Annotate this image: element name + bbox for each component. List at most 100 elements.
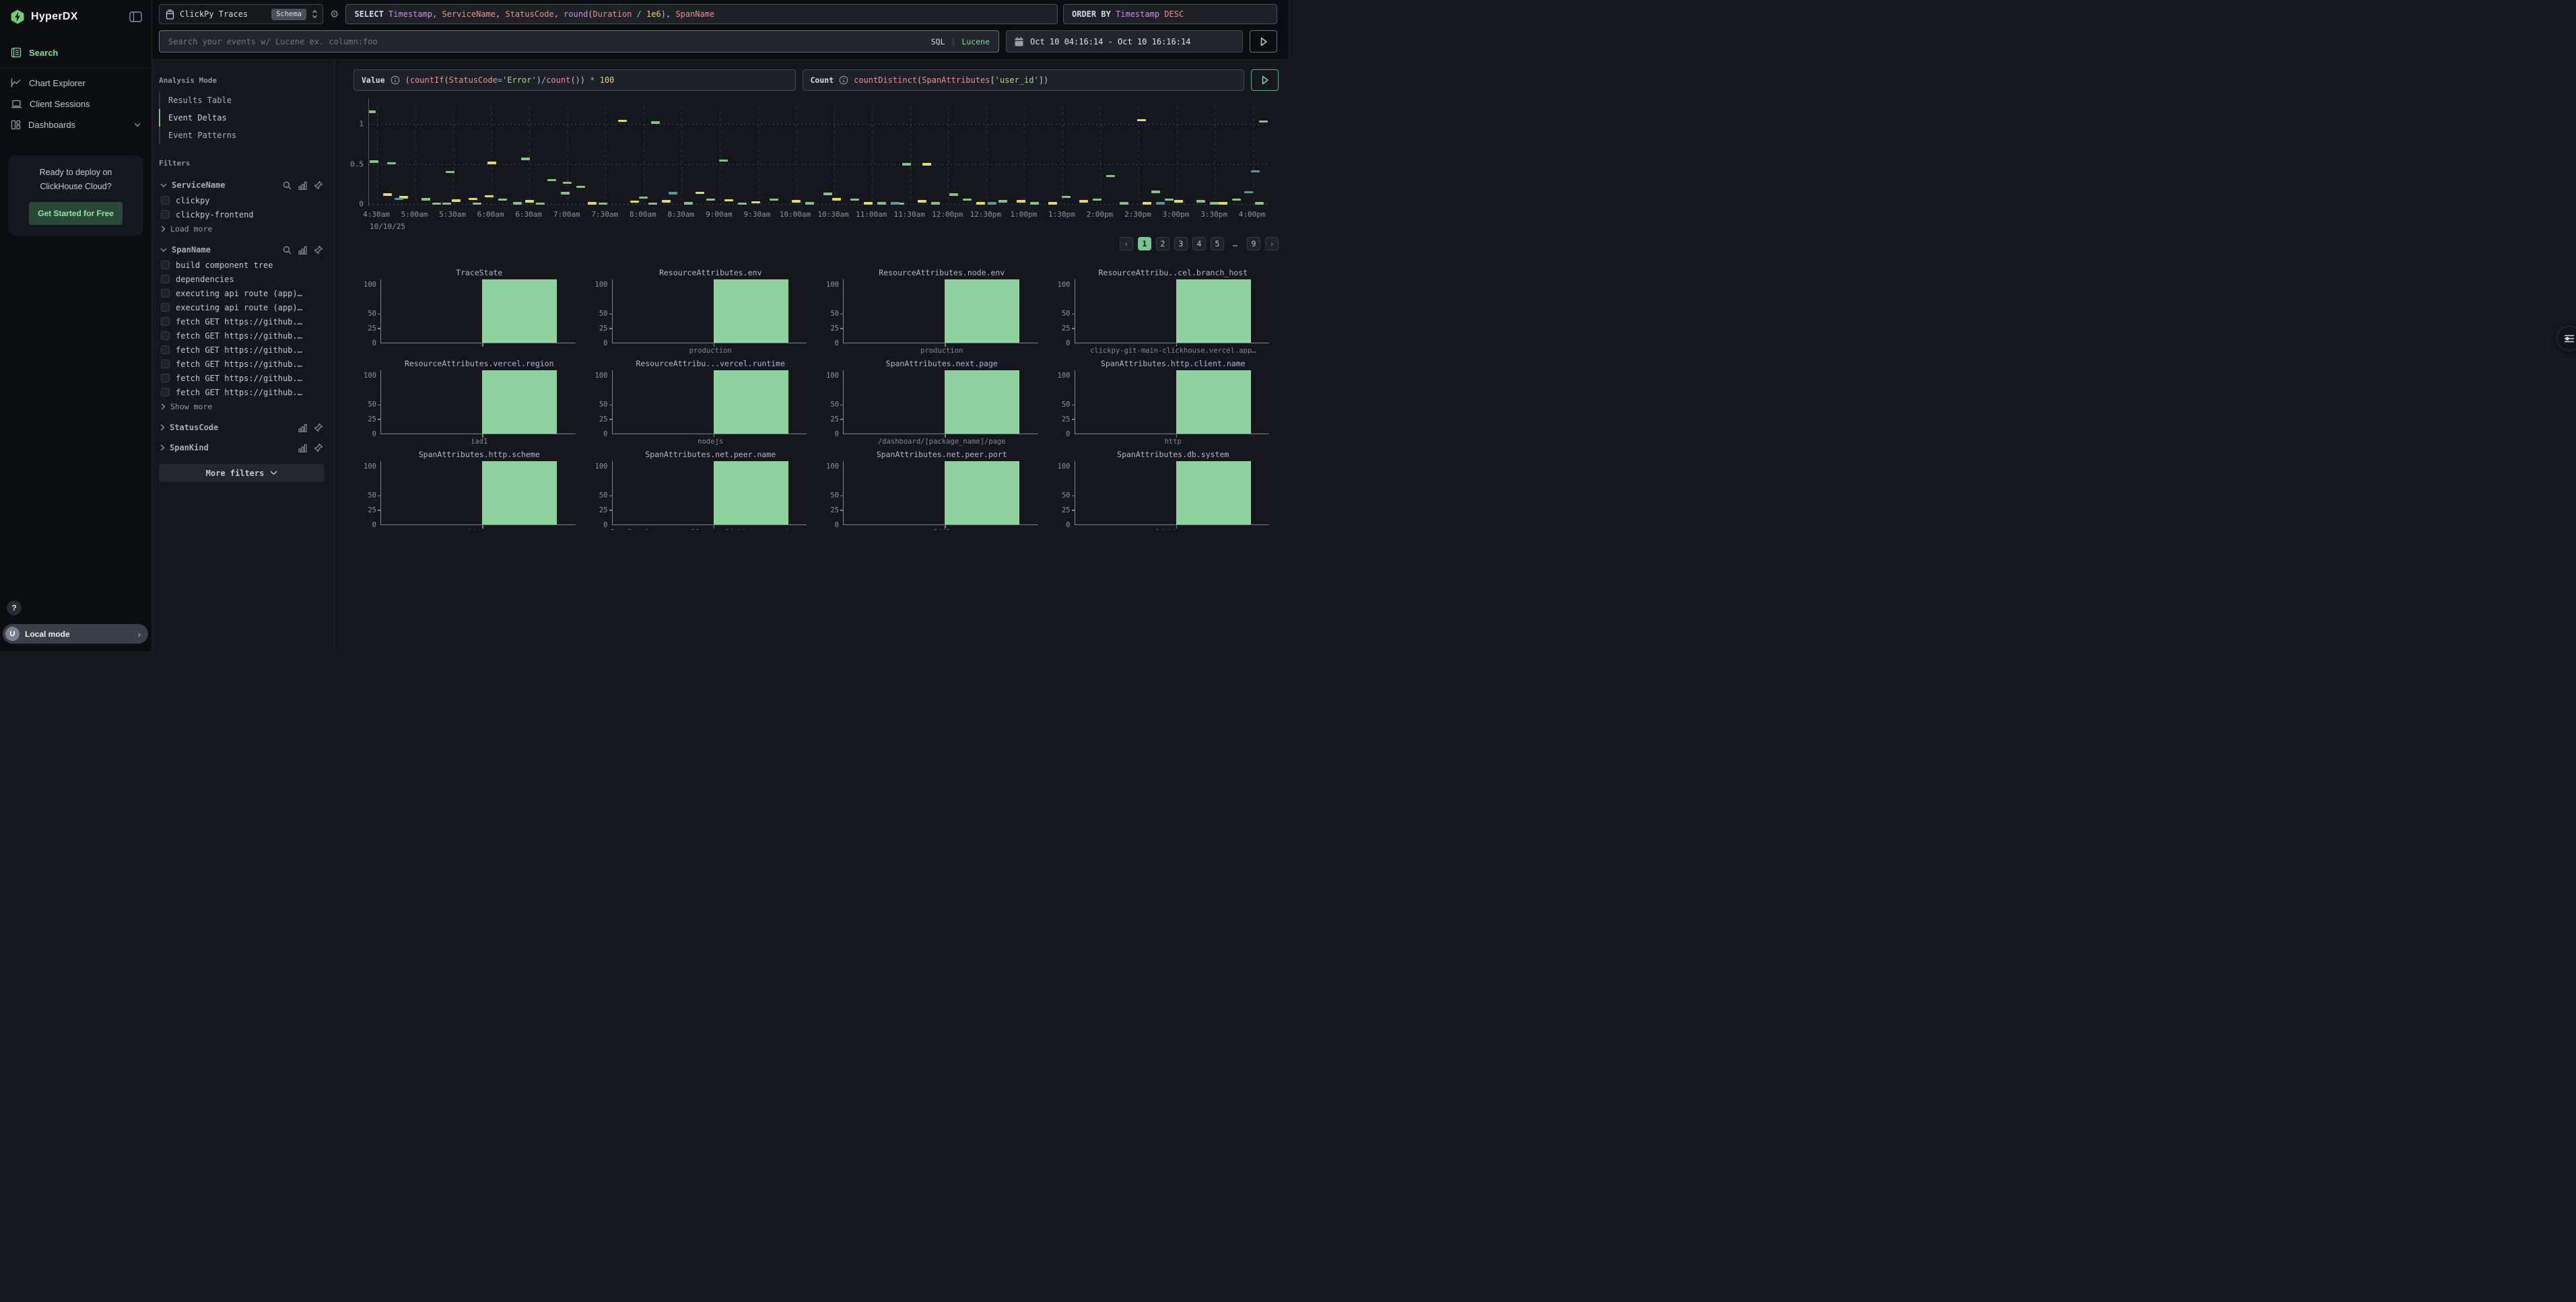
checkbox[interactable] (161, 275, 170, 283)
load-more-button[interactable]: Load more (159, 221, 325, 238)
checkbox[interactable] (161, 317, 170, 326)
attribute-y-label: 50 (830, 310, 839, 318)
value-expression-input[interactable]: Value (countIf(StatusCode='Error')/count… (353, 69, 796, 91)
more-filters-button[interactable]: More filters (159, 464, 325, 482)
checkbox[interactable] (161, 345, 170, 354)
content: Analysis Mode Results TableEvent DeltasE… (152, 60, 1288, 651)
sql-toggle[interactable]: SQL (931, 37, 945, 46)
delta-mark (751, 201, 760, 204)
attribute-chart-plot: 10050250 (380, 279, 576, 343)
filter-section-header[interactable]: SpanName (159, 242, 325, 258)
checkbox[interactable] (161, 331, 170, 340)
filter-section-header[interactable]: SpanKind (159, 440, 325, 456)
gridline-vertical (681, 106, 682, 204)
pagination-page-2[interactable]: 2 (1156, 237, 1170, 250)
analysis-mode-event-deltas[interactable]: Event Deltas (159, 109, 325, 127)
order-by-input[interactable]: ORDER BY Timestamp DESC (1063, 4, 1277, 24)
pin-icon[interactable] (314, 180, 323, 190)
show-more-button[interactable]: Show more (159, 399, 325, 415)
filter-option[interactable]: clickpy (159, 193, 325, 207)
timeline-plot (368, 98, 1268, 206)
pagination-page-9[interactable]: 9 (1247, 237, 1260, 250)
filter-option[interactable]: dependencies (159, 272, 325, 286)
sidebar-item-client-sessions[interactable]: Client Sessions (0, 94, 151, 114)
analysis-mode-results-table[interactable]: Results Table (159, 92, 325, 109)
filter-option[interactable]: fetch GET https://github.… (159, 357, 325, 371)
gear-icon[interactable]: ⚙ (329, 8, 340, 20)
run-analysis-button[interactable] (1251, 69, 1279, 91)
filter-option[interactable]: fetch GET https://github.… (159, 385, 325, 399)
search-input[interactable]: Search your events w/ Lucene ex. column:… (159, 30, 999, 53)
checkbox[interactable] (161, 388, 170, 397)
filter-section-name: SpanName (172, 245, 211, 254)
pagination-page-5[interactable]: 5 (1211, 237, 1224, 250)
filter-section-header[interactable]: StatusCode (159, 419, 325, 436)
get-started-button[interactable]: Get Started for Free (29, 202, 123, 225)
delta-mark (706, 199, 715, 201)
help-button[interactable]: ? (7, 601, 22, 615)
sidebar-item-dashboards[interactable]: Dashboards (0, 114, 151, 135)
chart-icon[interactable] (298, 423, 307, 432)
delta-mark (976, 202, 985, 205)
filter-option[interactable]: fetch GET https://github.… (159, 329, 325, 343)
filter-option[interactable]: fetch GET https://github.… (159, 343, 325, 357)
run-search-button[interactable] (1250, 30, 1277, 53)
code-token: ] (1039, 75, 1044, 85)
delta-mark (998, 200, 1007, 203)
chart-icon[interactable] (298, 444, 307, 452)
pagination-page-1[interactable]: 1 (1138, 237, 1151, 250)
filter-section-header[interactable]: ServiceName (159, 177, 325, 193)
attribute-chart-title: SpanAttributes.net.peer.port (816, 450, 1048, 459)
search-placeholder: Search your events w/ Lucene ex. column:… (168, 37, 378, 46)
pagination-page-4[interactable]: 4 (1192, 237, 1206, 250)
chart-icon[interactable] (298, 246, 307, 254)
sidebar-item-search[interactable]: Search (0, 42, 151, 63)
filter-option[interactable]: fetch GET https://github.… (159, 371, 325, 385)
filter-option[interactable]: executing api route (app)… (159, 300, 325, 314)
x-axis-label: 9:30am (744, 210, 771, 219)
select-clause-input[interactable]: SELECT Timestamp, ServiceName, StatusCod… (345, 4, 1058, 24)
filter-option[interactable]: build component tree (159, 258, 325, 272)
count-expression-input[interactable]: Count countDistinct(SpanAttributes['user… (803, 69, 1245, 91)
attribute-chart-plot: 10050250 (843, 461, 1038, 525)
delta-mark (498, 199, 507, 201)
attribute-y-label: 50 (1062, 310, 1071, 318)
source-selector[interactable]: ClickPy Traces Schema (159, 4, 323, 24)
attribute-y-label: 100 (364, 462, 376, 471)
checkbox[interactable] (161, 261, 170, 269)
sidebar-item-chart-explorer[interactable]: Chart Explorer (0, 72, 151, 94)
pin-icon[interactable] (314, 245, 323, 254)
x-axis-label: 12:30pm (970, 210, 1001, 219)
checkbox[interactable] (161, 210, 170, 219)
lucene-toggle[interactable]: Lucene (961, 37, 990, 46)
sidebar-collapse-icon[interactable] (129, 11, 142, 22)
pagination-page-3[interactable]: 3 (1174, 237, 1188, 250)
code-token: ) (1044, 75, 1048, 85)
checkbox[interactable] (161, 289, 170, 298)
pagination-prev-button[interactable]: ‹ (1120, 237, 1133, 250)
chart-settings-fab[interactable] (2556, 326, 2576, 351)
local-mode-button[interactable]: U Local mode › (3, 624, 148, 644)
footer-label: Load more (170, 224, 212, 234)
chart-icon[interactable] (298, 181, 307, 190)
search-icon[interactable] (283, 246, 292, 254)
code-token: round (564, 9, 588, 19)
date-range-picker[interactable]: Oct 10 04:16:14 - Oct 10 16:16:14 (1006, 30, 1243, 53)
filter-option[interactable]: fetch GET https://github.… (159, 314, 325, 329)
checkbox[interactable] (161, 303, 170, 312)
pin-icon[interactable] (314, 423, 323, 432)
schema-button[interactable]: Schema (271, 9, 306, 20)
analysis-mode-event-patterns[interactable]: Event Patterns (159, 127, 325, 144)
pin-icon[interactable] (314, 443, 323, 452)
checkbox[interactable] (161, 374, 170, 382)
sidebar-item-label: Dashboards (28, 120, 75, 130)
gridline-vertical (1062, 106, 1063, 204)
checkbox[interactable] (161, 359, 170, 368)
pagination-next-button[interactable]: › (1265, 237, 1279, 250)
attribute-y-tick (609, 405, 613, 406)
filter-option[interactable]: executing api route (app)… (159, 286, 325, 300)
x-axis-label: 3:30pm (1200, 210, 1227, 219)
checkbox[interactable] (161, 196, 170, 205)
filter-option[interactable]: clickpy-frontend (159, 207, 325, 221)
search-icon[interactable] (283, 181, 292, 190)
